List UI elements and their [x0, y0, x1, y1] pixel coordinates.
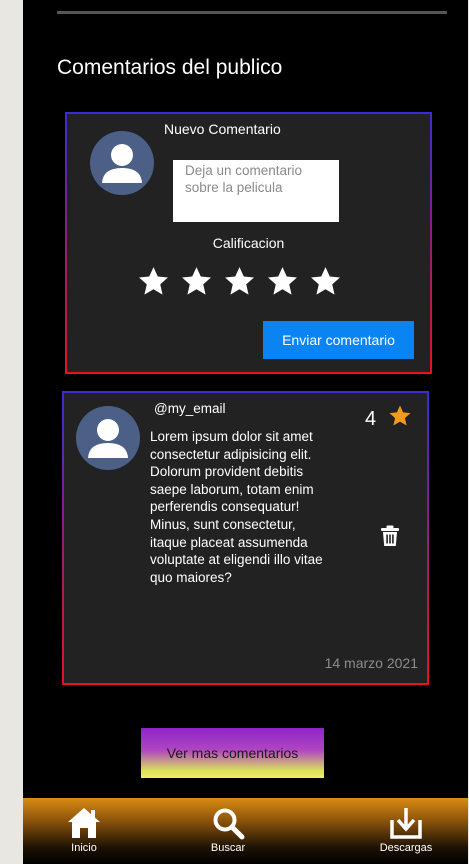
comment-text: Lorem ipsum dolor sit amet consectetur a…: [150, 429, 323, 585]
nav-item-buscar[interactable]: Buscar: [206, 806, 250, 854]
star-icon[interactable]: [309, 265, 342, 298]
star-icon[interactable]: [266, 265, 299, 298]
star-icon: [389, 405, 411, 426]
comment-date: 14 marzo 2021: [324, 655, 418, 671]
rating-label: Calificacion: [212, 235, 285, 251]
comment-input[interactable]: [173, 160, 339, 222]
comment-author: @my_email: [154, 401, 226, 416]
divider: [57, 11, 447, 14]
comment-card: @my_email 4 Lorem ipsum dolor sit amet c…: [62, 391, 429, 685]
nav-label: Inicio: [71, 842, 97, 854]
nav-item-inicio[interactable]: Inicio: [63, 806, 105, 854]
more-comments-button[interactable]: Ver mas comentarios: [141, 728, 324, 778]
download-icon: [390, 808, 422, 839]
user-avatar-icon: [76, 406, 140, 470]
section-title: Comentarios del publico: [57, 56, 283, 79]
user-avatar-icon: [90, 131, 154, 195]
star-icon[interactable]: [223, 265, 256, 298]
home-icon: [68, 808, 100, 838]
trash-icon[interactable]: [380, 525, 400, 547]
bottom-nav: Inicio Buscar Descargas: [23, 798, 468, 864]
nav-label: Buscar: [210, 842, 246, 854]
star-rating-input: [137, 261, 342, 301]
comment-rating: 4: [365, 408, 377, 430]
submit-comment-button[interactable]: Enviar comentario: [263, 321, 414, 359]
nav-item-descargas[interactable]: Descargas: [373, 806, 439, 854]
star-icon[interactable]: [180, 265, 213, 298]
new-comment-card: Nuevo Comentario Calificacion Enviar com…: [65, 112, 432, 374]
nav-label: Descargas: [379, 842, 433, 854]
star-icon[interactable]: [137, 265, 170, 298]
new-comment-heading: Nuevo Comentario: [164, 121, 281, 137]
app-screen: Comentarios del publico Nuevo Comentario…: [23, 0, 468, 864]
search-icon: [213, 808, 245, 840]
